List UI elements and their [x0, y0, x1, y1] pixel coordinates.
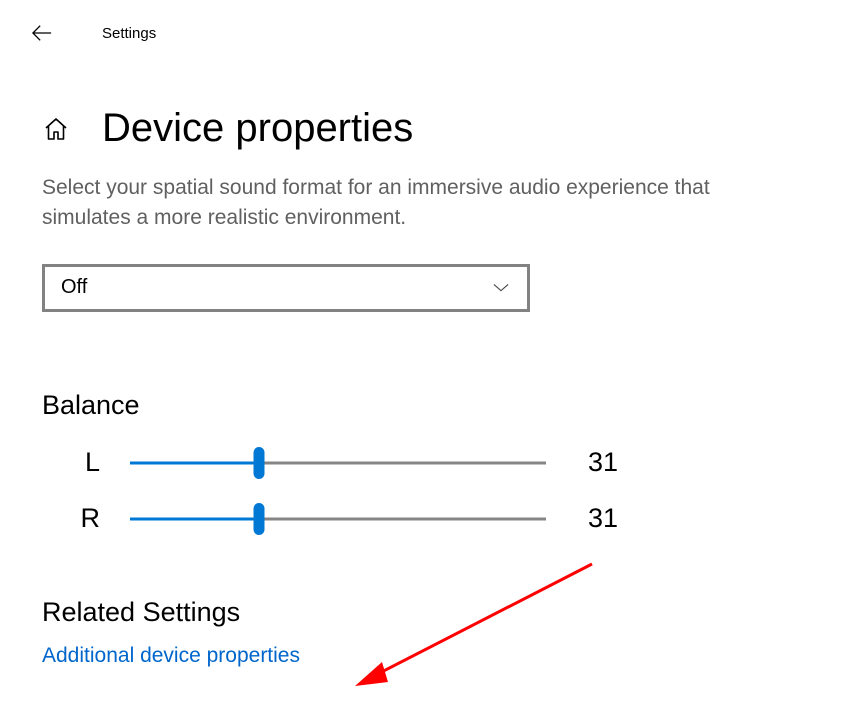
slider-thumb[interactable]: [253, 447, 264, 479]
page-title: Device properties: [102, 106, 413, 151]
home-icon: [43, 116, 69, 142]
balance-left-slider[interactable]: [130, 451, 546, 475]
back-arrow-icon: [32, 24, 52, 42]
dropdown-selected-value: Off: [61, 276, 87, 299]
balance-section-label: Balance: [42, 390, 809, 421]
balance-left-value: 31: [588, 447, 618, 478]
balance-right-value: 31: [588, 503, 618, 534]
balance-left-label: L: [42, 447, 100, 478]
related-settings-title: Related Settings: [42, 597, 809, 628]
balance-right-label: R: [42, 503, 100, 534]
slider-fill: [130, 461, 259, 464]
chevron-down-icon: [493, 280, 509, 296]
slider-thumb[interactable]: [253, 503, 264, 535]
home-button[interactable]: [42, 115, 70, 143]
app-title: Settings: [102, 25, 156, 42]
back-button[interactable]: [32, 23, 52, 43]
spatial-sound-dropdown[interactable]: Off: [42, 264, 530, 312]
additional-device-properties-link[interactable]: Additional device properties: [42, 644, 809, 668]
balance-right-slider[interactable]: [130, 507, 546, 531]
page-description: Select your spatial sound format for an …: [42, 173, 802, 234]
slider-fill: [130, 517, 259, 520]
